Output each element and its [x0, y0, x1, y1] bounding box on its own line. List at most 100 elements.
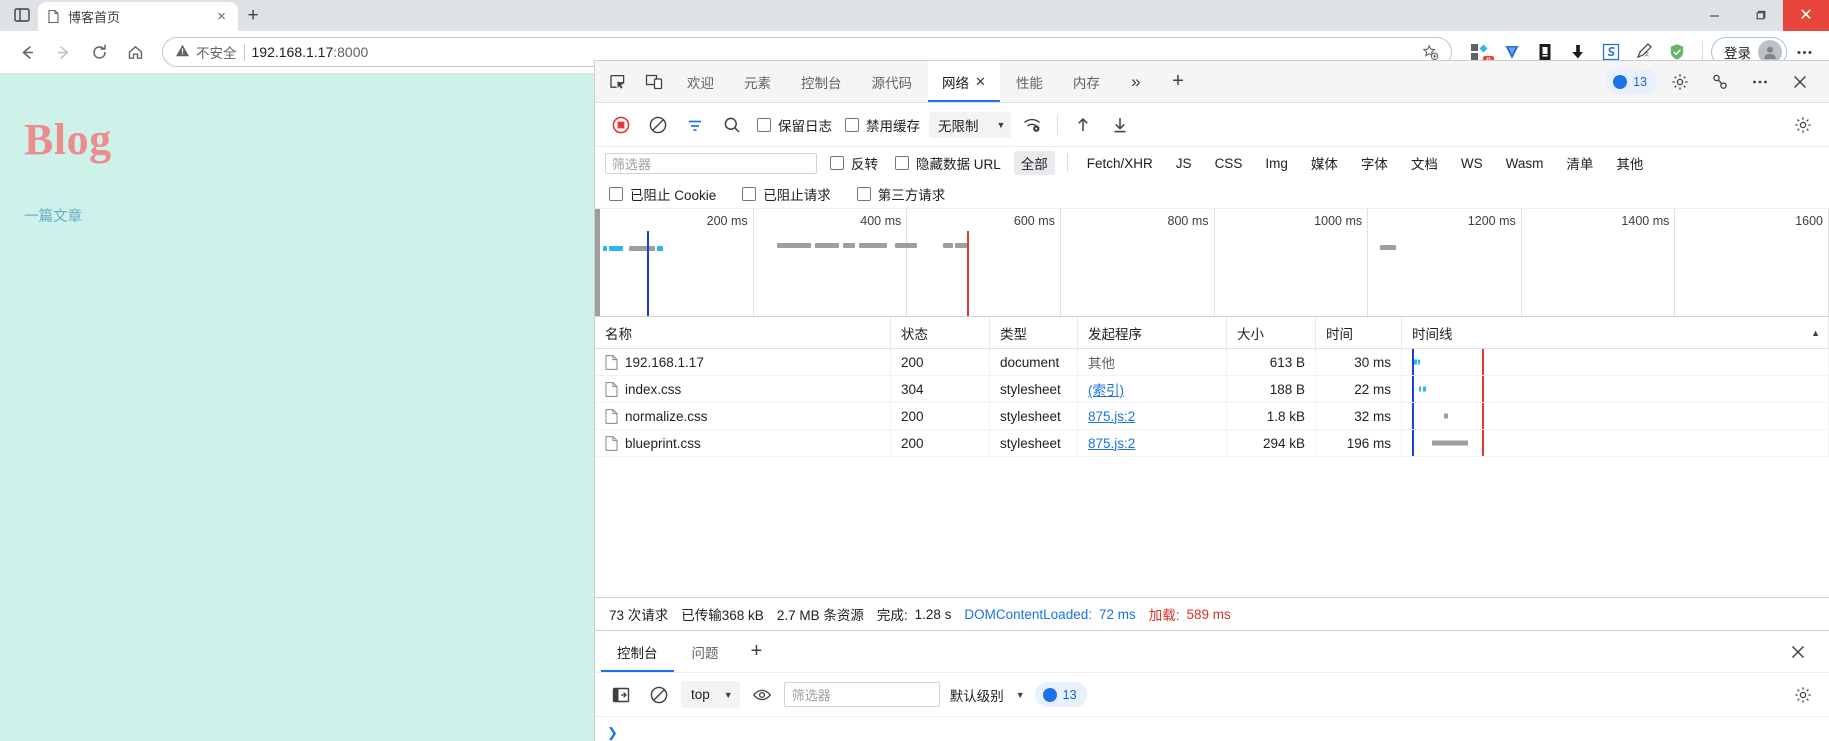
back-button[interactable]: [10, 35, 44, 69]
tab-memory[interactable]: 内存: [1059, 61, 1114, 102]
devices-icon[interactable]: [1703, 67, 1737, 97]
console-context-value: top: [691, 687, 710, 702]
home-button[interactable]: [118, 35, 152, 69]
network-filter-input[interactable]: 筛选器: [605, 152, 817, 174]
dom-content-loaded-marker: [1412, 349, 1414, 375]
gear-icon[interactable]: [1787, 680, 1819, 710]
initiator-link[interactable]: (索引): [1088, 379, 1124, 399]
column-header-name[interactable]: 名称: [595, 317, 891, 348]
type-filter-other[interactable]: 其他: [1609, 151, 1650, 175]
sort-ascending-icon: ▲: [1811, 327, 1820, 338]
type-filter-doc[interactable]: 文档: [1404, 151, 1445, 175]
clear-console-icon[interactable]: [643, 680, 675, 710]
device-toolbar-icon[interactable]: [637, 67, 671, 97]
add-tab-button[interactable]: +: [1158, 70, 1198, 93]
column-header-waterfall[interactable]: 时间线 ▲: [1402, 317, 1829, 348]
type-filter-ws[interactable]: WS: [1454, 154, 1490, 173]
search-icon[interactable]: [716, 110, 748, 140]
preserve-log-checkbox[interactable]: 保留日志: [753, 115, 836, 135]
type-filter-manifest[interactable]: 清单: [1559, 151, 1600, 175]
table-row[interactable]: blueprint.css 200 stylesheet 875.js:2 29…: [595, 430, 1829, 457]
svg-text:文: 文: [1644, 51, 1649, 58]
gear-icon[interactable]: [1787, 110, 1819, 140]
browser-tab-strip: 博客首页 × + ✕: [0, 0, 1829, 31]
hide-data-urls-checkbox[interactable]: 隐藏数据 URL: [891, 153, 1005, 173]
table-row[interactable]: 192.168.1.17 200 document 其他 613 B 30 ms: [595, 349, 1829, 376]
type-filter-js[interactable]: JS: [1169, 154, 1199, 173]
reload-button[interactable]: [82, 35, 116, 69]
gear-icon[interactable]: [1663, 67, 1697, 97]
more-dots-icon[interactable]: [1743, 67, 1777, 97]
maximize-button[interactable]: [1737, 0, 1783, 31]
disable-cache-checkbox[interactable]: 禁用缓存: [841, 115, 924, 135]
drawer-add-tab-button[interactable]: +: [737, 640, 777, 663]
column-header-size[interactable]: 大小: [1227, 317, 1316, 348]
column-header-time[interactable]: 时间: [1316, 317, 1402, 348]
column-header-type[interactable]: 类型: [990, 317, 1078, 348]
article-link[interactable]: 一篇文章: [24, 205, 82, 226]
type-filter-fetch-xhr[interactable]: Fetch/XHR: [1080, 154, 1160, 173]
clear-circle-icon[interactable]: [642, 110, 674, 140]
network-overview-timeline[interactable]: 200 ms 400 ms 600 ms 800 ms 1000 ms 1200…: [595, 209, 1829, 317]
forward-button[interactable]: [46, 35, 80, 69]
initiator-link[interactable]: 875.js:2: [1088, 436, 1135, 451]
browser-tab-title: 博客首页: [68, 10, 121, 25]
console-sidebar-icon[interactable]: [605, 680, 637, 710]
throttling-select[interactable]: 无限制 ▼: [929, 111, 1012, 138]
cell-initiator: 875.js:2: [1078, 430, 1227, 456]
initiator-link[interactable]: 875.js:2: [1088, 409, 1135, 424]
tab-performance[interactable]: 性能: [1002, 61, 1057, 102]
tab-network[interactable]: 网络 ✕: [928, 61, 1000, 102]
cell-size: 1.8 kB: [1227, 403, 1316, 429]
tab-elements[interactable]: 元素: [730, 61, 785, 102]
cell-type: stylesheet: [990, 376, 1078, 402]
issues-badge[interactable]: 13: [1605, 69, 1657, 94]
column-header-status[interactable]: 状态: [891, 317, 990, 348]
drawer-tab-console[interactable]: 控制台: [601, 631, 674, 672]
inspect-element-icon[interactable]: [601, 67, 635, 97]
hide-data-urls-label: 隐藏数据 URL: [916, 157, 1001, 172]
close-window-button[interactable]: ✕: [1783, 0, 1829, 31]
tab-search-icon[interactable]: [6, 1, 38, 29]
console-context-select[interactable]: top ▼: [681, 681, 740, 708]
minimize-button[interactable]: [1691, 0, 1737, 31]
console-issues-badge[interactable]: 13: [1034, 682, 1087, 707]
tab-console[interactable]: 控制台: [787, 61, 856, 102]
table-row[interactable]: index.css 304 stylesheet (索引) 188 B 22 m…: [595, 376, 1829, 403]
console-level-select[interactable]: 默认级别 ▼: [946, 685, 1029, 705]
export-har-icon[interactable]: [1104, 110, 1136, 140]
console-filter-input[interactable]: 筛选器: [783, 682, 940, 707]
filter-icon[interactable]: [679, 110, 711, 140]
record-stop-icon[interactable]: [605, 110, 637, 140]
security-indicator[interactable]: 不安全: [175, 42, 237, 62]
console-message-area[interactable]: ❯: [595, 717, 1829, 741]
type-filter-all[interactable]: 全部: [1013, 151, 1055, 175]
browser-tab[interactable]: 博客首页 ×: [38, 2, 238, 31]
column-header-initiator[interactable]: 发起程序: [1078, 317, 1227, 348]
type-filter-font[interactable]: 字体: [1354, 151, 1395, 175]
blocked-cookies-checkbox[interactable]: 已阻止 Cookie: [605, 184, 720, 204]
import-har-icon[interactable]: [1067, 110, 1099, 140]
more-tabs-icon[interactable]: »: [1116, 72, 1156, 92]
tab-network-close-icon[interactable]: ✕: [975, 74, 986, 90]
network-conditions-icon[interactable]: [1016, 110, 1048, 140]
blocked-requests-checkbox[interactable]: 已阻止请求: [738, 184, 835, 204]
drawer-close-icon[interactable]: [1781, 637, 1815, 667]
url-port: :8000: [333, 44, 369, 60]
tab-sources[interactable]: 源代码: [858, 61, 927, 102]
invert-checkbox[interactable]: 反转: [826, 153, 882, 173]
type-filter-media[interactable]: 媒体: [1304, 151, 1345, 175]
overview-tick-cell: 600 ms: [907, 209, 1061, 316]
tab-welcome[interactable]: 欢迎: [673, 61, 728, 102]
table-row[interactable]: normalize.css 200 stylesheet 875.js:2 1.…: [595, 403, 1829, 430]
tab-close-button[interactable]: ×: [213, 8, 230, 25]
devtools-close-icon[interactable]: [1783, 67, 1817, 97]
new-tab-button[interactable]: +: [238, 2, 268, 30]
live-expression-icon[interactable]: [746, 680, 778, 710]
third-party-checkbox[interactable]: 第三方请求: [853, 184, 950, 204]
type-filter-wasm[interactable]: Wasm: [1499, 154, 1551, 173]
type-filter-img[interactable]: Img: [1258, 154, 1295, 173]
overview-request-bar: [603, 246, 607, 251]
type-filter-css[interactable]: CSS: [1208, 154, 1250, 173]
drawer-tab-issues[interactable]: 问题: [676, 631, 735, 672]
